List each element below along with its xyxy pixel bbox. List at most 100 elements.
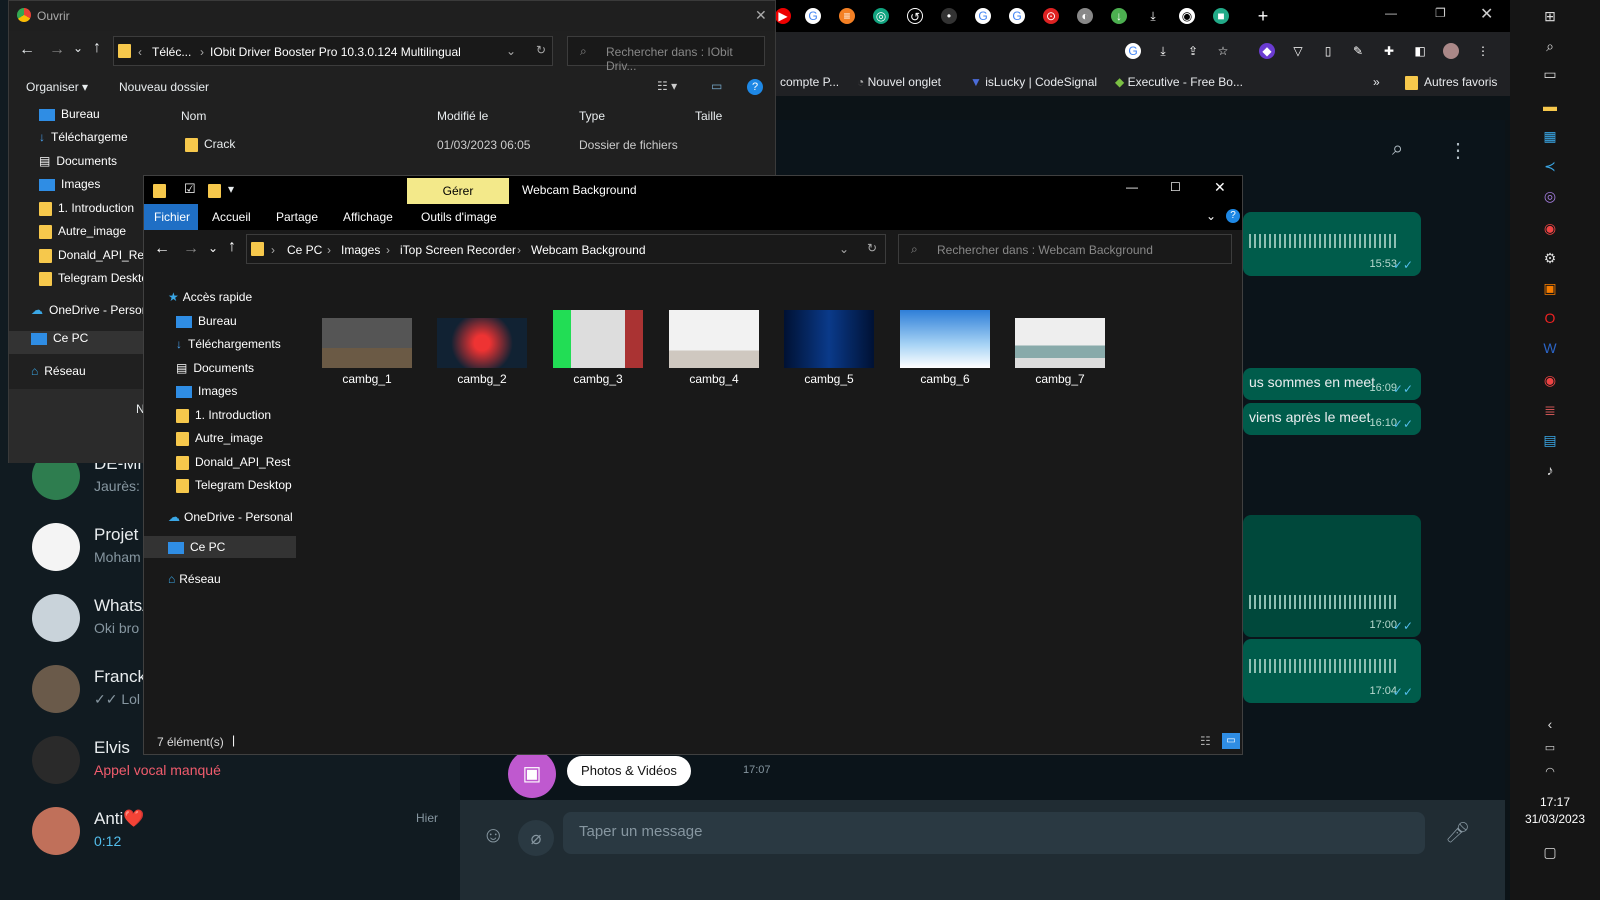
extensions-puzzle-icon[interactable]: ✚ <box>1381 43 1397 59</box>
message-bubble[interactable]: us sommes en meet 16:09 ✓✓ <box>1243 368 1421 400</box>
file-explorer-icon[interactable]: ▬ <box>1540 96 1560 116</box>
chrome-menu-icon[interactable]: ⋮ <box>1475 43 1491 59</box>
nav-item-folder[interactable]: Telegram Desktop <box>176 478 292 493</box>
nav-item-network[interactable]: ⌂ Réseau <box>168 572 221 586</box>
nav-item-bureau[interactable]: Bureau <box>176 314 237 328</box>
file-item[interactable]: cambg_5 <box>771 310 887 390</box>
nav-item-folder[interactable]: Telegram Deskto <box>39 271 144 294</box>
tab-view[interactable]: Affichage <box>343 210 393 224</box>
history-icon[interactable]: ↺ <box>907 8 923 24</box>
message-input[interactable]: Taper un message <box>563 812 1425 854</box>
chevron-down-icon[interactable]: ⌄ <box>506 44 516 58</box>
battery-icon[interactable]: ▭ <box>1540 738 1560 758</box>
chrome-icon[interactable]: ◉ <box>1540 370 1560 390</box>
view-options-icon[interactable]: ☷ ▾ <box>657 79 677 93</box>
refresh-icon[interactable]: ↻ <box>536 43 546 57</box>
bookmark-item[interactable]: ◆ Executive - Free Bo... <box>1115 75 1243 89</box>
clock-time[interactable]: 17:17 <box>1510 795 1600 809</box>
bookmark-item[interactable]: ◔ Nouvel onglet <box>857 75 941 89</box>
breadcrumb-item[interactable]: Téléc... <box>152 45 191 59</box>
vuejs-icon[interactable]: ▽ <box>1290 43 1306 59</box>
nav-item-folder[interactable]: Donald_API_Res <box>39 248 144 271</box>
column-header-modified[interactable]: Modifié le <box>437 109 488 123</box>
breadcrumb-item[interactable]: Ce PC <box>287 243 322 257</box>
breadcrumb-item[interactable]: IObit Driver Booster Pro 10.3.0.124 Mult… <box>210 45 461 59</box>
opera-icon[interactable]: O <box>1540 308 1560 328</box>
google-icon[interactable]: G <box>805 8 821 24</box>
help-icon[interactable]: ? <box>747 79 763 95</box>
file-item[interactable]: cambg_1 <box>309 310 425 390</box>
nav-item-quick-access[interactable]: ★ Accès rapide <box>168 290 252 304</box>
nav-item-downloads[interactable]: ↓ Téléchargeme <box>39 130 144 153</box>
search-input[interactable]: ⌕ Rechercher dans : IObit Driv... <box>567 36 765 73</box>
nav-item-documents[interactable]: ▤ Documents <box>39 154 179 177</box>
chevron-left-icon[interactable]: ‹ <box>1540 714 1560 734</box>
tab-share[interactable]: Partage <box>276 210 318 224</box>
download-icon[interactable]: ⤓ <box>1145 8 1161 24</box>
chrome-icon[interactable]: ◉ <box>1179 8 1195 24</box>
nav-item-images[interactable]: Images <box>176 384 237 398</box>
task-view-icon[interactable]: ▭ <box>1540 64 1560 84</box>
properties-icon[interactable]: ☑ <box>184 181 196 197</box>
share-icon[interactable]: ⇪ <box>1185 43 1201 59</box>
openai-icon[interactable]: ◎ <box>873 8 889 24</box>
file-item[interactable]: cambg_4 <box>656 310 772 390</box>
message-bubble[interactable]: 17:04 ✓✓ <box>1243 639 1421 703</box>
download-arrow-icon[interactable]: ↓ <box>1111 8 1127 24</box>
close-icon[interactable]: ✕ <box>1214 179 1226 196</box>
sidepanel-icon[interactable]: ◧ <box>1412 43 1428 59</box>
breadcrumb-item[interactable]: Images <box>341 243 380 257</box>
tab-icon[interactable]: ◐ <box>1077 8 1093 24</box>
back-arrow-icon[interactable]: ← <box>19 41 35 59</box>
refresh-icon[interactable]: ↻ <box>867 241 877 255</box>
nav-item-this-pc[interactable]: Ce PC <box>9 331 144 354</box>
bookmark-item[interactable]: ▼ isLucky | CodeSignal <box>970 75 1097 89</box>
quick-access-dropdown-icon[interactable]: ▾ <box>228 182 234 196</box>
new-tab-icon[interactable]: + <box>1255 7 1271 25</box>
bookmark-star-icon[interactable]: ☆ <box>1215 43 1231 59</box>
message-bubble[interactable]: viens après le meet 16:10 ✓✓ <box>1243 403 1421 435</box>
up-arrow-icon[interactable]: ↑ <box>228 238 236 256</box>
pen-icon[interactable]: ✎ <box>1350 43 1366 59</box>
github-icon[interactable]: ◎ <box>1540 186 1560 206</box>
chevron-down-icon[interactable]: ⌄ <box>208 241 218 255</box>
file-item[interactable]: cambg_7 <box>1002 310 1118 390</box>
tab-manage[interactable]: Gérer <box>407 178 509 204</box>
large-icons-view-icon[interactable]: ▭ <box>1222 733 1240 749</box>
chevron-down-icon[interactable]: ⌄ <box>839 242 849 256</box>
organize-button[interactable]: Organiser ▾ <box>26 80 88 94</box>
app-icon[interactable]: ≣ <box>1540 400 1560 420</box>
details-view-icon[interactable]: ☷ <box>1200 734 1211 748</box>
attach-icon[interactable]: ⌀ <box>518 820 554 856</box>
maximize-icon[interactable]: ☐ <box>1170 180 1181 194</box>
word-icon[interactable]: W <box>1540 338 1560 358</box>
microphone-icon[interactable]: 🎤︎ <box>1445 820 1470 845</box>
menu-icon[interactable]: ⋮ <box>1448 138 1468 163</box>
vscode-icon[interactable]: ≺ <box>1540 156 1560 176</box>
nav-item-folder[interactable]: Donald_API_Rest <box>176 455 290 470</box>
column-header-name[interactable]: Nom <box>181 109 206 123</box>
nav-item-downloads[interactable]: ↓ Téléchargements <box>176 337 284 351</box>
preview-pane-icon[interactable]: ▭ <box>711 79 722 93</box>
attach-label[interactable]: Photos & Vidéos <box>567 756 691 786</box>
microphone-icon[interactable]: ♪ <box>1540 460 1560 480</box>
tab-file[interactable]: Fichier <box>144 204 198 230</box>
column-header-type[interactable]: Type <box>579 109 605 123</box>
settings-gear-icon[interactable]: ⚙ <box>1540 248 1560 268</box>
minimize-icon[interactable]: — <box>1385 6 1397 20</box>
nav-item-documents[interactable]: ▤ Documents <box>176 361 254 375</box>
back-arrow-icon[interactable]: ← <box>154 240 170 258</box>
chevron-down-icon[interactable]: ⌄ <box>73 41 83 55</box>
close-icon[interactable]: ✕ <box>1480 4 1493 24</box>
nav-item-folder[interactable]: 1. Introduction <box>176 408 271 423</box>
file-item[interactable]: cambg_6 <box>887 310 1003 390</box>
extension-icon[interactable]: ◆ <box>1259 43 1275 59</box>
chrome-icon[interactable]: ◉ <box>1540 218 1560 238</box>
column-header-size[interactable]: Taille <box>695 109 722 123</box>
address-bar[interactable]: › Ce PC › Images › iTop Screen Recorder … <box>246 234 886 264</box>
windows-start-icon[interactable]: ⊞ <box>1540 6 1560 26</box>
notification-icon[interactable]: ▢ <box>1540 842 1560 862</box>
chat-item[interactable]: Anti❤️ 0:12 Hier <box>0 797 460 868</box>
google-icon[interactable]: G <box>1009 8 1025 24</box>
up-arrow-icon[interactable]: ↑ <box>93 39 101 57</box>
